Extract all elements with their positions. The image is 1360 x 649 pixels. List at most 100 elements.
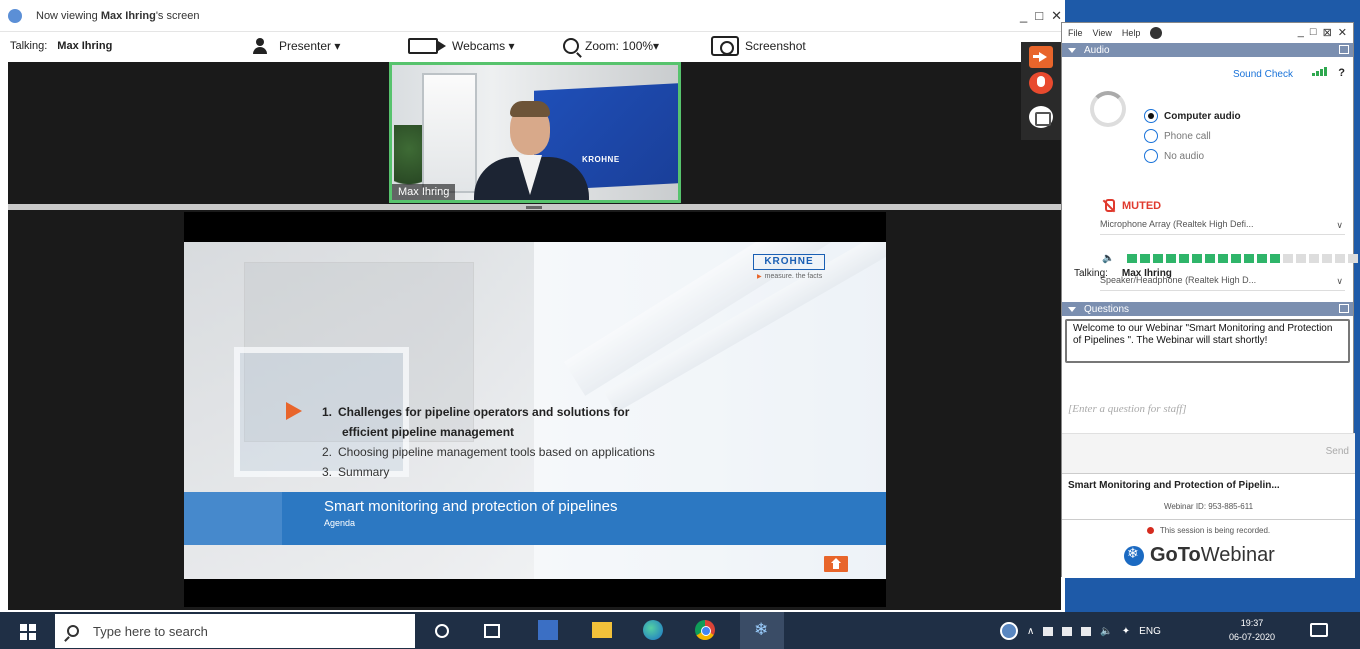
- gotowebinar-logo-icon: [8, 8, 22, 23]
- slide-title: Smart monitoring and protection of pipel…: [324, 498, 618, 515]
- agenda-item-continuation: efficient pipeline management: [342, 425, 515, 439]
- no-audio-radio[interactable]: No audio: [1144, 149, 1204, 163]
- level-bar: [1179, 254, 1190, 263]
- microphone-muted-icon[interactable]: [1029, 72, 1053, 94]
- system-tray: ∧ 🔈 ✦ ENG: [1000, 622, 1161, 640]
- language-indicator[interactable]: ENG: [1139, 626, 1161, 637]
- level-bar: [1140, 254, 1151, 263]
- welcome-message: Welcome to our Webinar "Smart Monitoring…: [1065, 319, 1350, 363]
- webcam-feed[interactable]: KROHNE Max Ihring: [389, 62, 681, 203]
- search-icon: [67, 625, 79, 637]
- zoom-button[interactable]: Zoom: 100%▾: [563, 38, 659, 54]
- level-bar: [1231, 254, 1242, 263]
- questions-section-header[interactable]: Questions: [1062, 302, 1353, 316]
- presenter-button[interactable]: Presenter ▾: [253, 38, 340, 54]
- network-icon[interactable]: [1081, 626, 1092, 636]
- computer-audio-radio[interactable]: Computer audio: [1144, 109, 1241, 123]
- level-bar: [1192, 254, 1203, 263]
- level-bar: [1127, 254, 1138, 263]
- slide-band-tab: [184, 492, 282, 545]
- menu-help[interactable]: Help: [1122, 28, 1141, 38]
- talking-indicator: Talking: Max Ihring: [10, 40, 113, 52]
- battery-icon[interactable]: [1043, 626, 1054, 636]
- cortana-icon[interactable]: [435, 624, 449, 638]
- level-bar: [1244, 254, 1255, 263]
- webcam-toggle-icon[interactable]: [1029, 106, 1053, 128]
- store-icon[interactable]: [538, 620, 558, 640]
- signal-bar: [1324, 67, 1327, 76]
- question-input[interactable]: [Enter a question for staff]: [1064, 403, 1351, 415]
- help-menu-icon[interactable]: [1150, 27, 1163, 39]
- maximize-button[interactable]: □: [1035, 8, 1043, 24]
- cloud-icon[interactable]: [1062, 626, 1073, 636]
- webcam-icon: [408, 38, 446, 54]
- level-bar: [1205, 254, 1216, 263]
- muted-status: MUTED: [1102, 199, 1161, 213]
- menu-file[interactable]: File: [1068, 28, 1083, 38]
- panel-maximize-button[interactable]: □: [1310, 26, 1317, 39]
- start-tile: [20, 633, 27, 640]
- show-panel-arrow-icon[interactable]: [1029, 46, 1053, 68]
- level-bar: [1218, 254, 1229, 263]
- panel-minimize-button[interactable]: _: [1298, 26, 1304, 39]
- webcams-button[interactable]: Webcams ▾: [408, 38, 514, 54]
- chrome-icon[interactable]: [695, 620, 715, 640]
- radio-icon: [1144, 149, 1158, 163]
- screenshot-button[interactable]: Screenshot: [711, 36, 806, 56]
- webinar-id: Webinar ID: 953-885-611: [1163, 502, 1254, 511]
- panel-popout-button[interactable]: ⊠: [1323, 26, 1332, 39]
- dropbox-icon[interactable]: ✦: [1122, 626, 1130, 637]
- notifications-icon[interactable]: [1310, 623, 1328, 637]
- agenda-arrow-icon: [286, 402, 302, 420]
- viewer-title: Now viewing Max Ihring's screen: [36, 9, 200, 22]
- file-explorer-icon[interactable]: [592, 622, 612, 638]
- collapse-icon: [1068, 47, 1076, 53]
- signal-bar: [1312, 73, 1315, 76]
- taskbar-clock[interactable]: 19:37 06-07-2020: [1222, 616, 1282, 644]
- presenter-hair: [510, 101, 550, 117]
- radio-icon: [1144, 129, 1158, 143]
- level-bar: [1348, 254, 1359, 263]
- microphone-select[interactable]: Microphone Array (Realtek High Defi...: [1100, 219, 1345, 235]
- menu-view[interactable]: View: [1093, 28, 1112, 38]
- people-icon[interactable]: [1000, 622, 1018, 640]
- gotowebinar-taskbar-icon[interactable]: [740, 612, 784, 649]
- audio-loading-icon: [1090, 91, 1126, 127]
- phone-call-radio[interactable]: Phone call: [1144, 129, 1211, 143]
- tray-chevron-icon[interactable]: ∧: [1027, 626, 1034, 637]
- presentation-slide: KROHNE measure. the facts 1.Challenges f…: [184, 242, 886, 579]
- panel-close-button[interactable]: ✕: [1338, 26, 1347, 39]
- help-button[interactable]: ?: [1338, 67, 1345, 79]
- mic-off-icon: [1102, 199, 1115, 213]
- send-button[interactable]: Send: [1326, 446, 1349, 457]
- agenda-item: 3. Summary: [322, 465, 390, 479]
- agenda-item: 1. Challenges for pipeline operators and …: [322, 405, 630, 419]
- splitter-grip-icon[interactable]: [526, 206, 542, 209]
- volume-icon[interactable]: 🔈: [1100, 626, 1112, 637]
- shared-screen-area: KROHNE Max Ihring KROHNE measure. the fa…: [8, 62, 1061, 610]
- agenda-list: 1. Challenges for pipeline operators and …: [286, 402, 655, 482]
- control-panel: File View Help _ □ ⊠ ✕ Audio Sound Check…: [1061, 22, 1359, 578]
- krohne-logo: KROHNE: [753, 254, 825, 270]
- level-bar: [1166, 254, 1177, 263]
- sound-check-link[interactable]: Sound Check: [1233, 69, 1293, 80]
- webinar-title: Smart Monitoring and Protection of Pipel…: [1068, 480, 1280, 491]
- level-bar: [1153, 254, 1164, 263]
- audio-section-header[interactable]: Audio: [1062, 43, 1353, 57]
- signal-strength-icon: [1312, 67, 1327, 76]
- taskbar-search[interactable]: Type here to search: [55, 614, 415, 648]
- zoom-icon: [563, 38, 579, 54]
- popout-icon[interactable]: [1339, 45, 1349, 54]
- task-view-icon[interactable]: [484, 624, 500, 638]
- windows-start-icon[interactable]: [20, 624, 36, 640]
- recording-dot-icon: [1146, 527, 1154, 535]
- minimize-button[interactable]: _: [1020, 8, 1027, 24]
- speaker-icon: 🔈: [1102, 253, 1115, 264]
- popout-icon[interactable]: [1339, 304, 1349, 313]
- edge-icon[interactable]: [643, 620, 663, 640]
- recording-notice: This session is being recorded.: [1062, 526, 1355, 535]
- gotowebinar-logo-icon: [1124, 545, 1144, 566]
- brand-name: GoToWebinar: [1150, 544, 1275, 566]
- panel-menubar: File View Help _ □ ⊠ ✕: [1062, 23, 1353, 43]
- webcam-name-label: Max Ihring: [392, 184, 456, 200]
